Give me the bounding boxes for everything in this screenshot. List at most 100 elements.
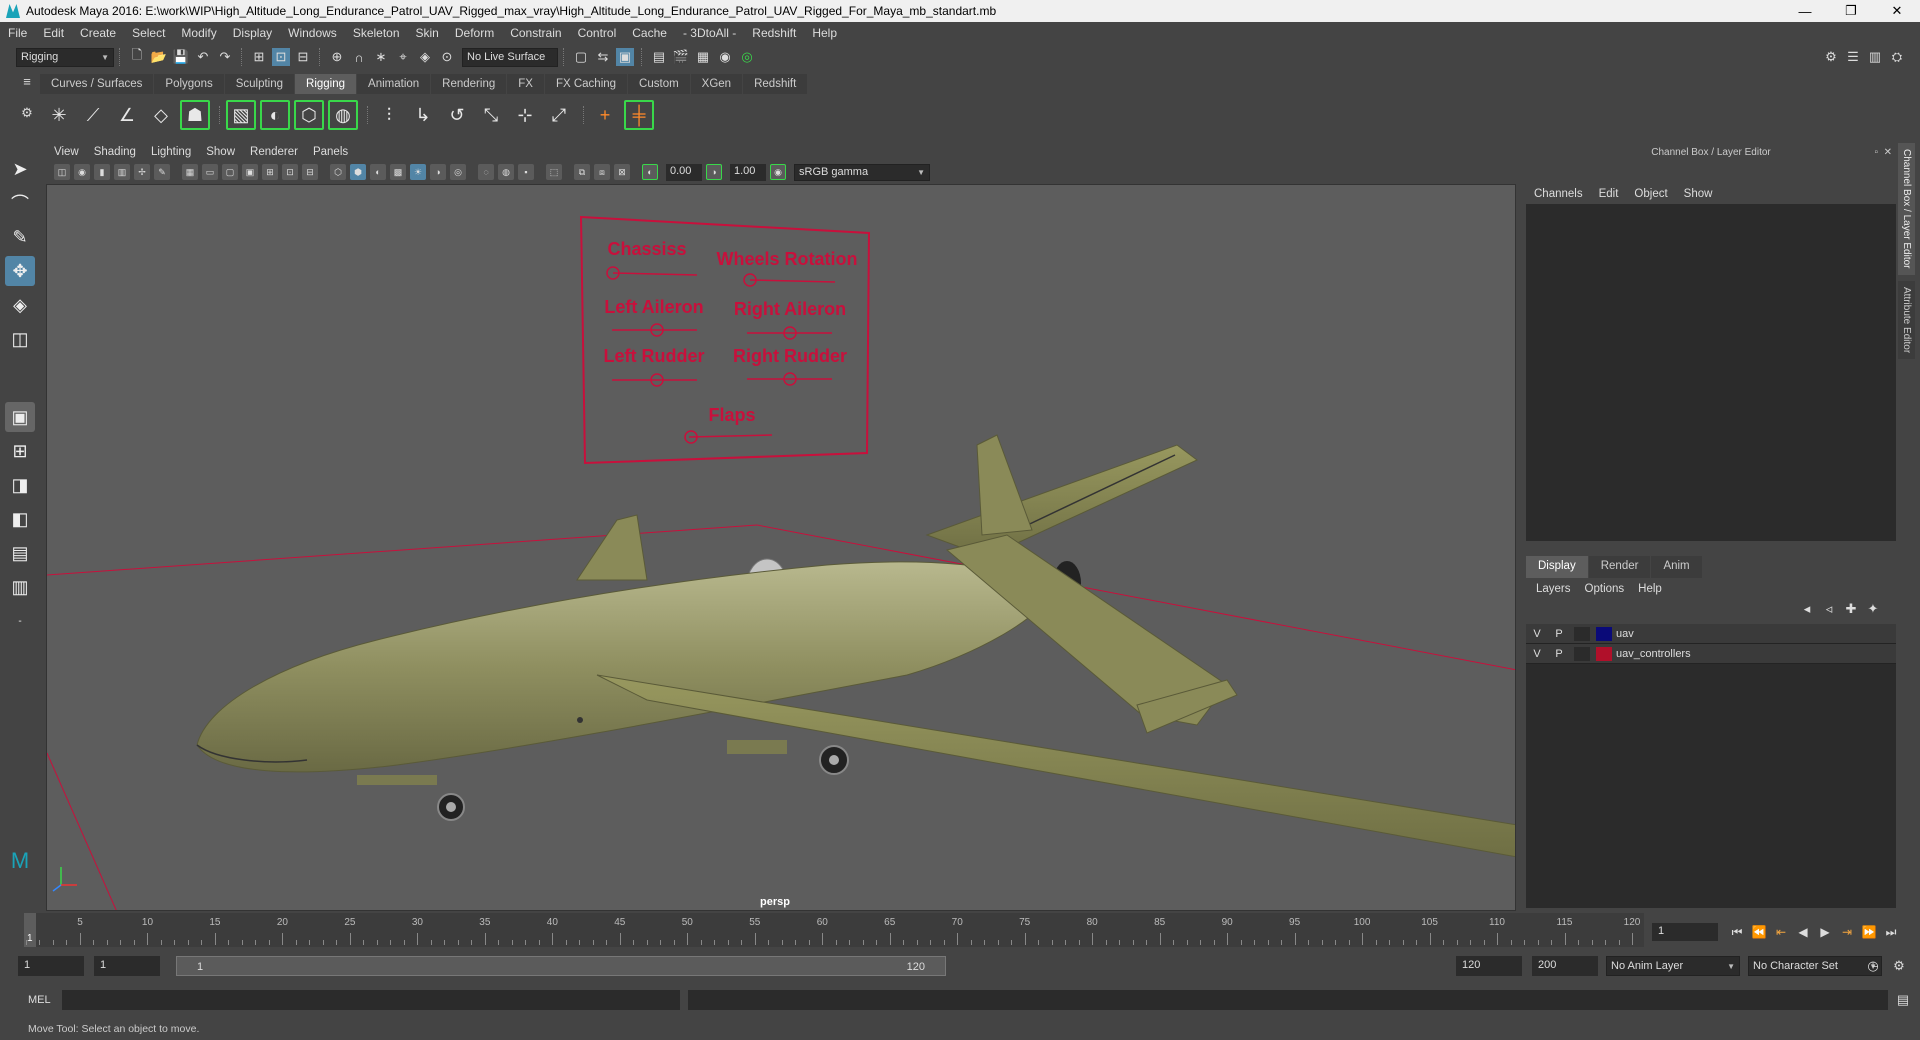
menu-3dtoall[interactable]: - 3DtoAll - [683,26,736,40]
channel-box-menu-object[interactable]: Object [1634,188,1667,200]
wrap-deformer-icon[interactable]: ⬡ [294,100,324,130]
input-output-icon[interactable]: ⇆ [594,48,612,66]
viewport-menu-view[interactable]: View [54,146,79,158]
menu-deform[interactable]: Deform [455,26,494,40]
undo-icon[interactable]: ↶ [194,48,212,66]
use-all-lights-icon[interactable]: ☀ [410,164,426,180]
persp-graph-icon[interactable]: ▤ [5,538,35,568]
paint-select-icon[interactable]: ✎ [5,222,35,252]
outliner-layout-icon[interactable]: ▥ [5,572,35,602]
playback-start-field[interactable]: 1 [94,956,160,976]
channel-box-menu-show[interactable]: Show [1684,188,1713,200]
construction-history-icon[interactable]: ▢ [572,48,590,66]
film-gate-icon[interactable]: ▭ [202,164,218,180]
safe-title-icon[interactable]: ⊟ [302,164,318,180]
snap-surface-icon[interactable]: ◈ [416,48,434,66]
play-backwards-icon[interactable]: ◀ [1792,923,1814,941]
point-constraint-icon[interactable]: ↳ [408,100,438,130]
step-forward-frame-icon[interactable]: ⇥ [1836,923,1858,941]
playback-end-field[interactable]: 120 [1456,956,1522,976]
current-frame-field[interactable]: 1 [1652,923,1718,941]
shelf-gear-icon[interactable]: ⚙ [18,104,36,122]
shelf-tab-redshift[interactable]: Redshift [743,74,808,94]
four-view-icon[interactable]: ⊞ [5,436,35,466]
grease-pencil-icon[interactable]: ✎ [154,164,170,180]
viewport-menu-show[interactable]: Show [206,146,235,158]
more-layouts-icon[interactable]: - [5,606,35,636]
layer-playback-toggle[interactable]: P [1548,628,1570,640]
shelf-tab-animation[interactable]: Animation [357,74,431,94]
layer-playback-toggle[interactable]: P [1548,648,1570,660]
aim-constraint-icon[interactable]: ⊹ [510,100,540,130]
redshift-render-icon[interactable]: ◎ [738,48,756,66]
range-slider-handle[interactable]: 1 120 [176,956,946,976]
viewport-menu-renderer[interactable]: Renderer [250,146,298,158]
channel-box-menu-edit[interactable]: Edit [1599,188,1619,200]
ik-handle-icon[interactable]: ⟋ [78,100,108,130]
gamma-field[interactable]: 1.00 [730,163,766,181]
resolution-gate-icon[interactable]: ▢ [222,164,238,180]
layer-tab-anim[interactable]: Anim [1651,556,1702,578]
ik-spline-icon[interactable]: ∠ [112,100,142,130]
time-slider[interactable]: 1 5 10 15 20 25 30 35 40 45 50 55 60 65 70 75 80 85 90 95 1… [24,913,1644,947]
menu-create[interactable]: Create [80,26,116,40]
field-chart-icon[interactable]: ⊞ [262,164,278,180]
shelf-tab-fx[interactable]: FX [507,74,544,94]
channel-box-icon[interactable]: ⛭ [1888,48,1906,66]
shelf-tab-fx-caching[interactable]: FX Caching [544,74,628,94]
bookmark-icon[interactable]: ▮ [94,164,110,180]
snap-view-icon[interactable]: ⌖ [394,48,412,66]
close-button[interactable]: ✕ [1874,0,1920,22]
layer-menu-layers[interactable]: Layers [1536,583,1571,595]
select-component-icon[interactable]: ⊟ [294,48,312,66]
layer-row[interactable]: V P uav [1526,624,1896,644]
shelf-tab-custom[interactable]: Custom [628,74,690,94]
layer-color-swatch[interactable] [1596,626,1612,641]
render-current-icon[interactable]: 🎬 [672,48,690,66]
anim-layer-dropdown[interactable]: No Anim Layer ▼ [1606,956,1740,976]
play-forwards-icon[interactable]: ▶ [1814,923,1836,941]
command-language-toggle[interactable]: MEL [28,994,51,1006]
layer-menu-options[interactable]: Options [1585,583,1625,595]
pole-vector-icon[interactable]: ⤢ [544,100,574,130]
menu-edit[interactable]: Edit [43,26,64,40]
color-management-icon[interactable]: ◉ [770,164,786,180]
2d-pan-zoom-icon[interactable]: ✢ [134,164,150,180]
new-layer-icon[interactable]: ✚ [1842,600,1860,618]
textured-icon[interactable]: ▩ [390,164,406,180]
shelf-tab-rendering[interactable]: Rendering [431,74,507,94]
menu-select[interactable]: Select [132,26,165,40]
bind-skin-icon[interactable]: ⫶ [374,100,404,130]
side-tab-attribute-editor[interactable]: Attribute Editor [1898,280,1915,359]
hypershade-icon[interactable]: ◉ [716,48,734,66]
viewport-menu-lighting[interactable]: Lighting [151,146,191,158]
xray-icon[interactable]: ⧉ [574,164,590,180]
tool-settings-icon[interactable]: ▥ [1866,48,1884,66]
step-back-key-icon[interactable]: ⏪ [1748,923,1770,941]
menu-skeleton[interactable]: Skeleton [353,26,400,40]
gate-mask-icon[interactable]: ▣ [242,164,258,180]
shelf-tab-sculpting[interactable]: Sculpting [224,74,295,94]
soft-mod-icon[interactable]: ◍ [328,100,358,130]
layer-menu-help[interactable]: Help [1638,583,1662,595]
channel-box-menu-channels[interactable]: Channels [1534,188,1583,200]
shelf-tab-rigging[interactable]: Rigging [295,74,357,94]
perspective-viewport[interactable]: Chassiss Wheels Rotation Left Aileron Ri… [46,184,1516,911]
image-plane-icon[interactable]: ▥ [114,164,130,180]
side-by-side-icon[interactable]: ◨ [5,470,35,500]
single-view-icon[interactable]: ▣ [5,402,35,432]
camera-select-icon[interactable]: ◫ [54,164,70,180]
snap-point-icon[interactable]: ∗ [372,48,390,66]
new-scene-icon[interactable]: 🗋 [128,47,146,66]
layer-color-swatch[interactable] [1596,646,1612,661]
move-layer-down-icon[interactable]: ◃ [1820,600,1838,618]
attribute-editor-icon[interactable]: ☰ [1844,48,1862,66]
command-input[interactable] [62,990,680,1010]
scene-canvas[interactable]: Chassiss Wheels Rotation Left Aileron Ri… [47,185,1516,911]
wireframe-on-shaded-icon[interactable]: ◐ [370,164,386,180]
smooth-shade-icon[interactable]: ⬢ [350,164,366,180]
menu-constrain[interactable]: Constrain [510,26,561,40]
layer-visibility-toggle[interactable]: V [1526,648,1548,660]
redo-icon[interactable]: ↷ [216,48,234,66]
layer-visibility-toggle[interactable]: V [1526,628,1548,640]
